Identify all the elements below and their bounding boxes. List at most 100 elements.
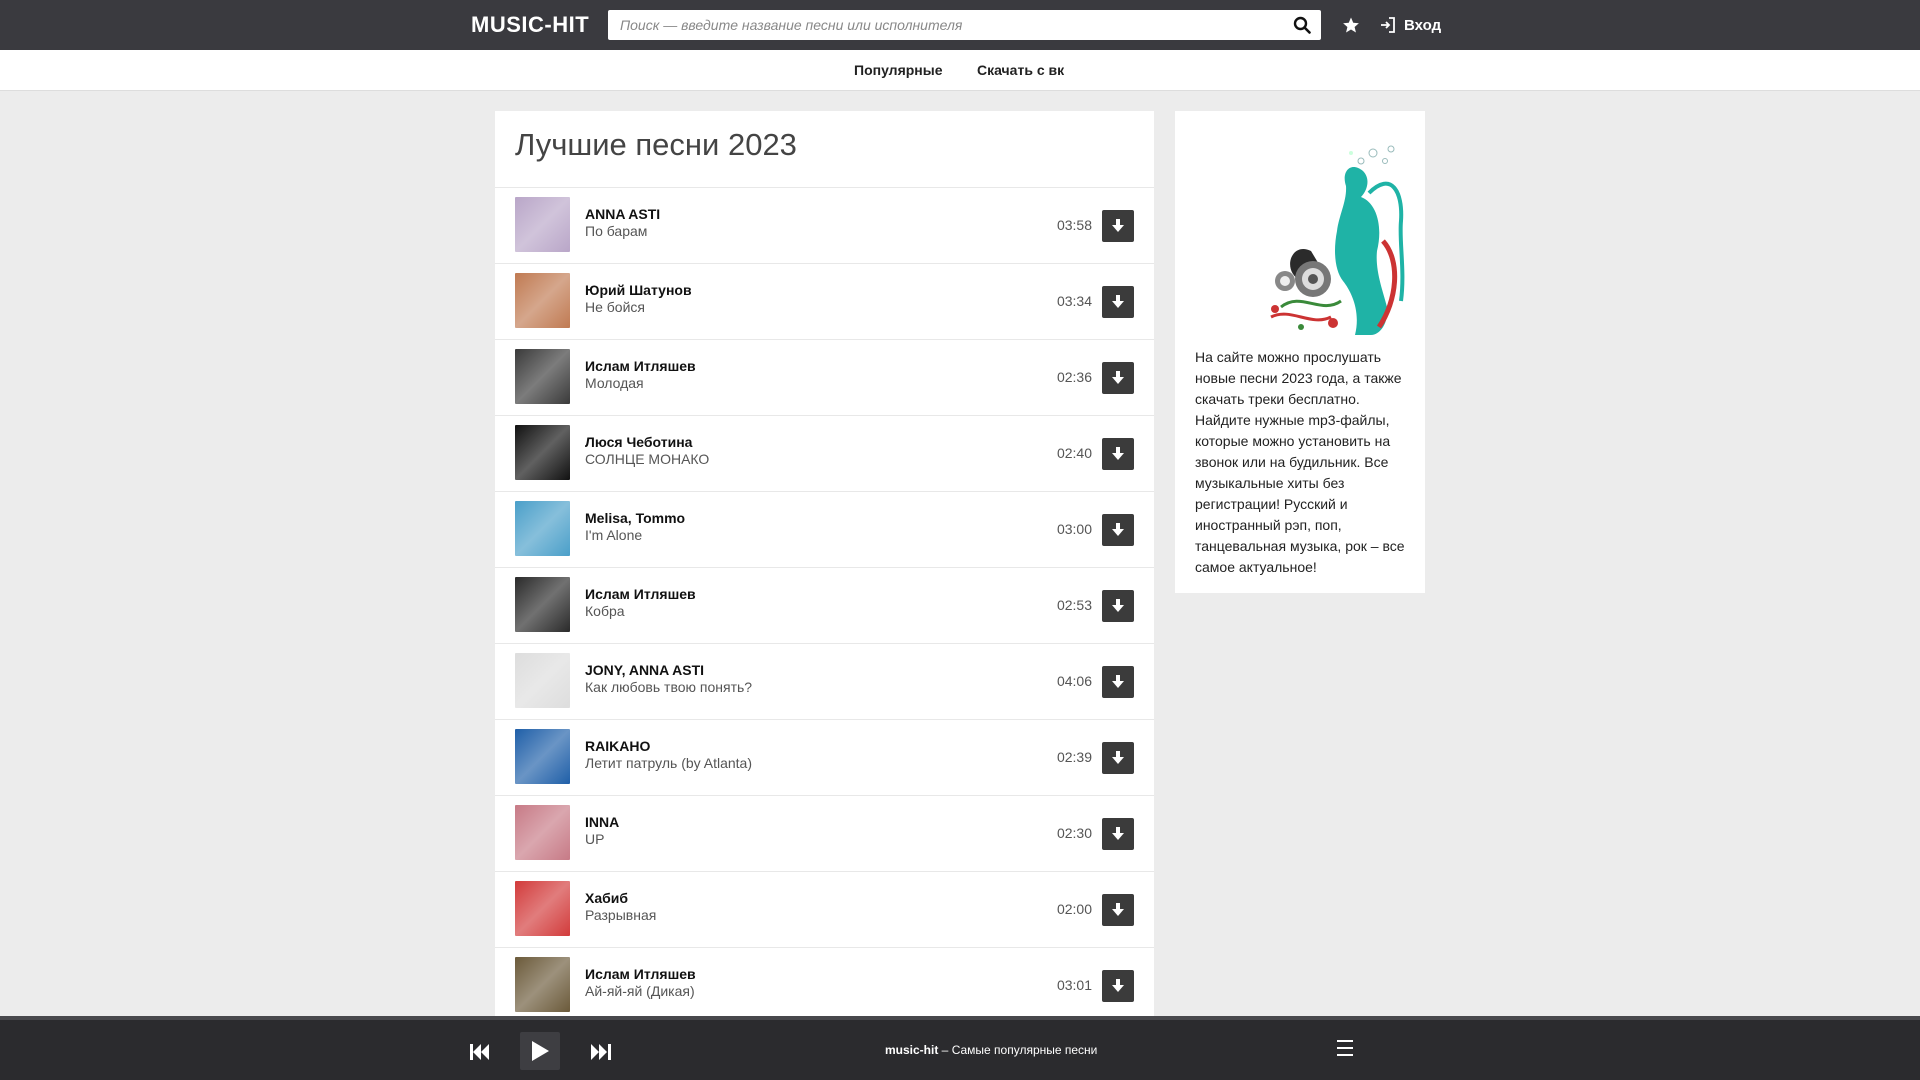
- track-duration: 02:39: [1056, 749, 1092, 765]
- music-girl-illustration: [1270, 145, 1405, 335]
- track-row[interactable]: Ислам Итляшев Молодая 02:36: [495, 340, 1154, 416]
- track-title: Молодая: [585, 375, 644, 391]
- nav-popular[interactable]: Популярные: [854, 62, 942, 78]
- download-button[interactable]: [1102, 742, 1134, 774]
- track-title: UP: [585, 831, 605, 847]
- site-description: На сайте можно прослушать новые песни 20…: [1195, 349, 1405, 575]
- download-button[interactable]: [1102, 894, 1134, 926]
- track-row[interactable]: Юрий Шатунов Не бойся 03:34: [495, 264, 1154, 340]
- album-cover: [515, 881, 570, 936]
- track-duration: 03:34: [1056, 293, 1092, 309]
- track-title: Не бойся: [585, 299, 645, 315]
- track-duration: 03:00: [1056, 521, 1092, 537]
- audio-player: music-hit – Самые популярные песни: [0, 1016, 1920, 1080]
- hamburger-line: [1337, 1054, 1353, 1056]
- nav-download-vk[interactable]: Скачать с вк: [977, 62, 1064, 78]
- track-row[interactable]: Хабиб Разрывная 02:00: [495, 872, 1154, 948]
- download-button[interactable]: [1102, 210, 1134, 242]
- download-arrow-icon: [1112, 219, 1124, 232]
- album-cover: [515, 653, 570, 708]
- login-label: Вход: [1404, 16, 1442, 34]
- track-duration: 02:36: [1056, 369, 1092, 385]
- track-row[interactable]: Ислам Итляшев Ай-яй-яй (Дикая) 03:01: [495, 948, 1154, 1024]
- download-arrow-icon: [1112, 523, 1124, 536]
- track-row[interactable]: INNA UP 02:30: [495, 796, 1154, 872]
- track-artist: Ислам Итляшев: [585, 586, 696, 602]
- track-title: Как любовь твою понять?: [585, 679, 753, 695]
- star-icon: [1343, 17, 1359, 33]
- previous-track-icon: [470, 1044, 489, 1060]
- download-button[interactable]: [1102, 970, 1134, 1002]
- download-arrow-icon: [1112, 827, 1124, 840]
- download-arrow-icon: [1112, 675, 1124, 688]
- download-arrow-icon: [1112, 903, 1124, 916]
- download-button[interactable]: [1102, 666, 1134, 698]
- download-button[interactable]: [1102, 438, 1134, 470]
- download-arrow-icon: [1112, 751, 1124, 764]
- next-button[interactable]: [590, 1042, 612, 1062]
- track-duration: 02:00: [1056, 901, 1092, 917]
- track-duration: 03:58: [1056, 217, 1092, 233]
- play-icon: [532, 1041, 549, 1061]
- download-button[interactable]: [1102, 286, 1134, 318]
- track-row[interactable]: RAIKAHO Летит патруль (by Atlanta) 02:39: [495, 720, 1154, 796]
- player-subtitle: Самые популярные песни: [951, 1043, 1098, 1057]
- track-artist: Люся Чеботина: [585, 434, 693, 450]
- album-cover: [515, 197, 570, 252]
- download-arrow-icon: [1112, 295, 1124, 308]
- track-title: Летит патруль (by Atlanta): [585, 755, 753, 771]
- track-row[interactable]: JONY, ANNA ASTI Как любовь твою понять? 04…: [495, 644, 1154, 720]
- track-duration: 02:53: [1056, 597, 1092, 613]
- download-arrow-icon: [1112, 599, 1124, 612]
- track-title: I'm Alone: [585, 527, 643, 543]
- download-arrow-icon: [1112, 979, 1124, 992]
- search-bar: [608, 10, 1321, 40]
- main-nav: Популярные Скачать с вк: [0, 50, 1920, 91]
- track-title: СОЛНЦЕ МОНАКО: [585, 451, 710, 467]
- track-row[interactable]: Люся Чеботина СОЛНЦЕ МОНАКО 02:40: [495, 416, 1154, 492]
- login-button[interactable]: Вход: [1380, 14, 1441, 36]
- download-button[interactable]: [1102, 362, 1134, 394]
- playlist-menu-button[interactable]: [1337, 1040, 1353, 1056]
- album-cover: [515, 957, 570, 1012]
- download-arrow-icon: [1112, 371, 1124, 384]
- hamburger-menu-icon: [1337, 1040, 1353, 1042]
- album-cover: [515, 729, 570, 784]
- track-duration: 04:06: [1056, 673, 1092, 689]
- track-artist: RAIKAHO: [585, 738, 651, 754]
- album-cover: [515, 349, 570, 404]
- favorites-button[interactable]: [1340, 12, 1362, 38]
- next-track-icon: [591, 1044, 611, 1060]
- track-title: Разрывная: [585, 907, 657, 923]
- play-button[interactable]: [520, 1032, 560, 1070]
- track-artist: Хабиб: [585, 890, 629, 906]
- now-playing-text: music-hit – Самые популярные песни: [885, 1043, 1097, 1057]
- download-button[interactable]: [1102, 590, 1134, 622]
- login-icon: [1381, 17, 1395, 33]
- previous-button[interactable]: [469, 1042, 491, 1062]
- album-cover: [515, 577, 570, 632]
- search-button[interactable]: [1289, 13, 1315, 37]
- track-duration: 02:40: [1056, 445, 1092, 461]
- search-icon: [1293, 16, 1311, 34]
- track-artist: ANNA ASTI: [585, 206, 661, 222]
- track-artist: Melisa, Tommo: [585, 510, 686, 526]
- track-duration: 03:01: [1056, 977, 1092, 993]
- track-row[interactable]: ANNA ASTI По барам 03:58: [495, 188, 1154, 264]
- album-cover: [515, 805, 570, 860]
- track-panel: Лучшие песни 2023 ANNA ASTI По барам 03:58…: [495, 111, 1154, 1080]
- album-cover: [515, 501, 570, 556]
- download-button[interactable]: [1102, 818, 1134, 850]
- player-separator: –: [938, 1043, 952, 1057]
- search-input[interactable]: [608, 10, 1268, 40]
- download-button[interactable]: [1102, 514, 1134, 546]
- track-title: Кобра: [585, 603, 625, 619]
- album-cover: [515, 425, 570, 480]
- track-row[interactable]: Melisa, Tommo I'm Alone 03:00: [495, 492, 1154, 568]
- hamburger-line: [1337, 1047, 1353, 1049]
- track-title: По барам: [585, 223, 648, 239]
- site-logo[interactable]: MUSIC-HIT: [471, 12, 589, 38]
- track-title: Ай-яй-яй (Дикая): [585, 983, 695, 999]
- track-row[interactable]: Ислам Итляшев Кобра 02:53: [495, 568, 1154, 644]
- top-header: MUSIC-HIT Вход: [0, 0, 1920, 50]
